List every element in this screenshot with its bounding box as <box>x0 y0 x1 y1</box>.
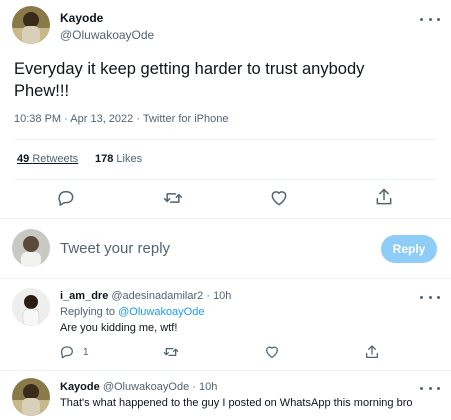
reply-button[interactable]: Reply <box>381 235 437 263</box>
like-icon[interactable] <box>269 188 289 208</box>
author-display-name[interactable]: Kayode <box>60 11 103 25</box>
retweet-icon[interactable] <box>163 344 179 360</box>
reply-text: That's what happened to the guy I posted… <box>60 397 413 409</box>
likes-count: 178 <box>95 153 114 165</box>
reply-author-avatar[interactable] <box>12 288 50 326</box>
replying-to-handle[interactable]: @OluwakoayOde <box>118 306 204 318</box>
likes-stat[interactable]: 178 Likes <box>95 153 142 165</box>
reply-time[interactable]: 10h <box>213 290 231 302</box>
divider <box>0 370 451 371</box>
tweet-text-line-1: Everyday it keep getting harder to trust… <box>14 60 365 78</box>
share-icon[interactable] <box>374 187 394 207</box>
tweet-source[interactable]: Twitter for iPhone <box>143 113 229 125</box>
reply-handle[interactable]: @OluwakoayOde <box>103 381 189 393</box>
replying-to-label: Replying to <box>60 306 119 318</box>
reply-author-avatar[interactable] <box>12 378 50 416</box>
reply-action-reply[interactable]: 1 <box>59 344 89 360</box>
reply-display-name[interactable]: i_am_dre <box>60 290 108 302</box>
reply-display-name[interactable]: Kayode <box>60 381 100 393</box>
tweet-meta: 10:38 PM · Apr 13, 2022 · Twitter for iP… <box>14 113 228 125</box>
tweet-date[interactable]: Apr 13, 2022 <box>70 113 133 125</box>
reply-header: i_am_dre @adesinadamilar2 · 10h <box>60 290 231 302</box>
reply-icon[interactable] <box>56 188 76 208</box>
author-handle[interactable]: @OluwakoayOde <box>60 28 154 42</box>
meta-separator: · <box>206 290 210 302</box>
more-options-icon[interactable] <box>420 13 440 25</box>
replying-to: Replying to @OluwakoayOde <box>60 306 204 318</box>
like-icon[interactable] <box>264 344 280 360</box>
retweet-icon[interactable] <box>163 188 183 208</box>
divider <box>0 278 451 279</box>
reply-more-options-icon[interactable] <box>420 291 440 303</box>
retweets-stat[interactable]: 49 Retweets <box>17 153 78 165</box>
reply-count: 1 <box>83 346 89 358</box>
likes-label: Likes <box>116 153 143 165</box>
tweet-time[interactable]: 10:38 PM <box>14 113 61 125</box>
divider <box>0 218 451 219</box>
reply-handle[interactable]: @adesinadamilar2 <box>111 290 203 302</box>
tweet-text-line-2: Phew!!! <box>14 82 70 100</box>
current-user-avatar[interactable] <box>12 229 50 267</box>
retweets-label: Retweets <box>32 153 79 165</box>
reply-input[interactable]: Tweet your reply <box>60 240 360 257</box>
reply-more-options-icon[interactable] <box>420 382 440 394</box>
reply-icon <box>59 344 75 360</box>
share-icon[interactable] <box>364 344 380 360</box>
reply-header: Kayode @OluwakoayOde · 10h <box>60 381 217 393</box>
retweets-count: 49 <box>17 153 30 165</box>
author-avatar[interactable] <box>12 6 50 44</box>
reply-time[interactable]: 10h <box>199 381 217 393</box>
reply-text: Are you kidding me, wtf! <box>60 322 178 334</box>
divider <box>14 139 437 140</box>
divider <box>14 179 437 180</box>
meta-separator: · <box>192 381 196 393</box>
